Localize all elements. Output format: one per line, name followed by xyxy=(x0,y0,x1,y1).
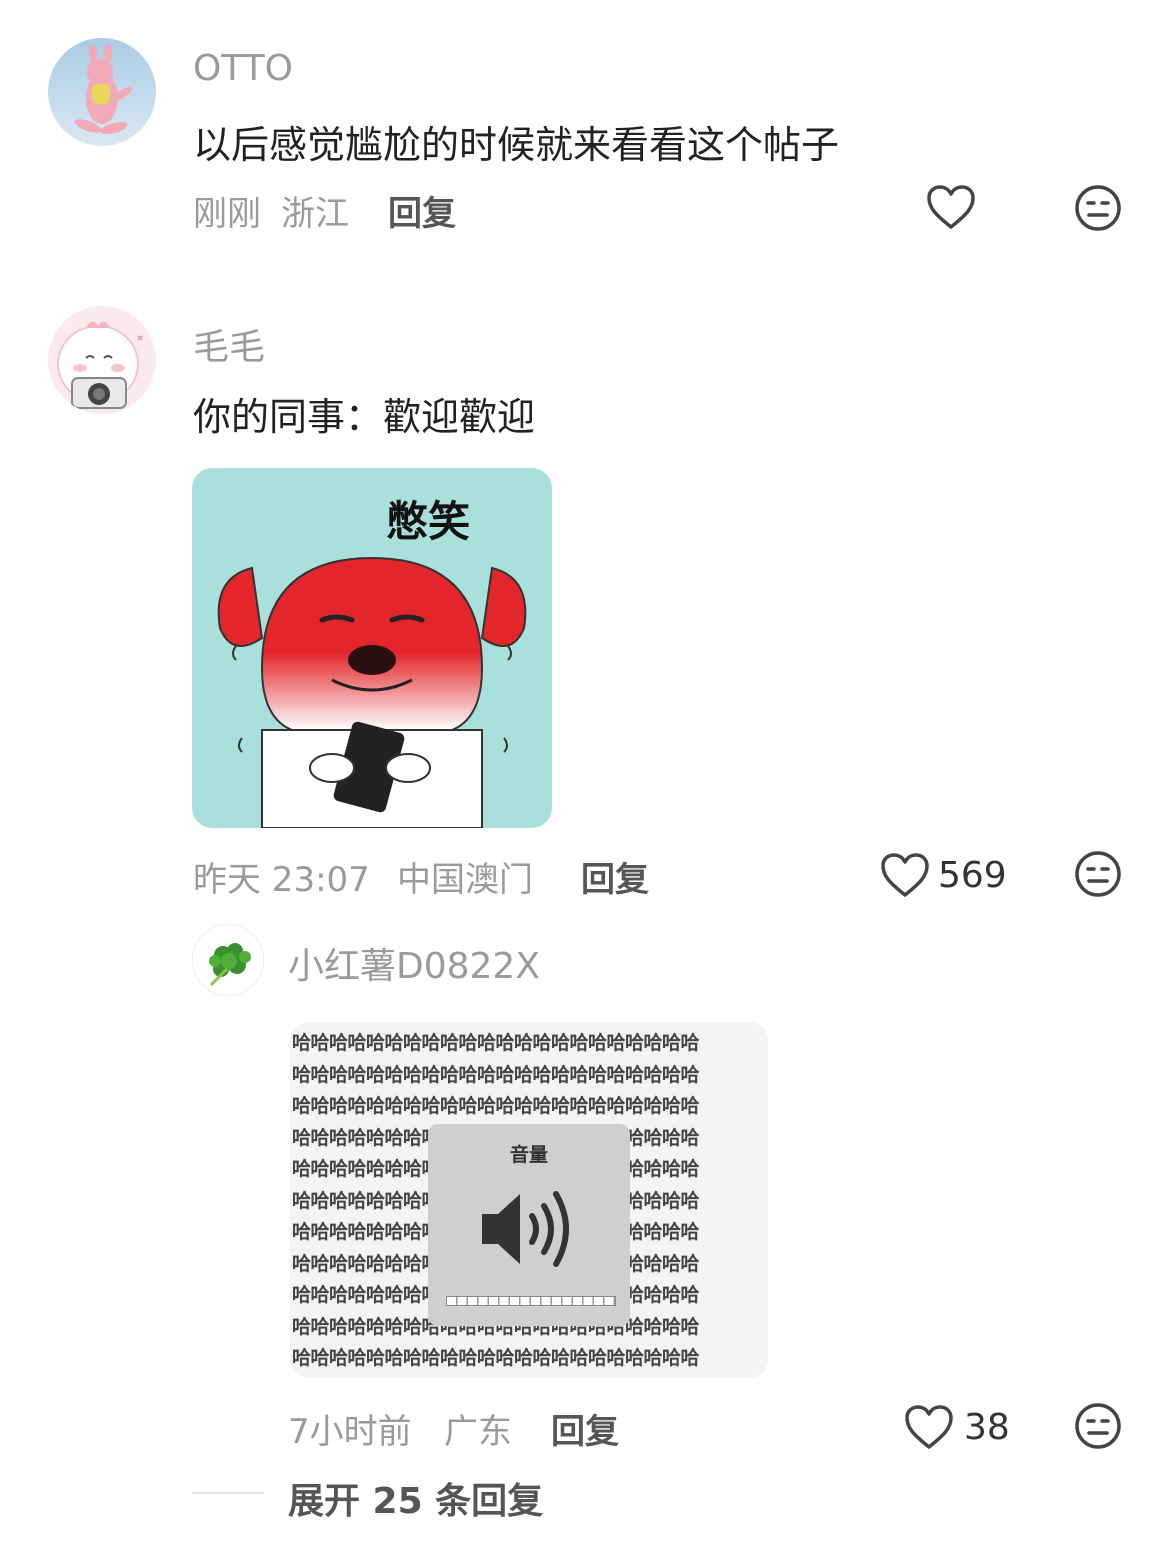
meh-face-icon[interactable] xyxy=(1074,850,1122,898)
like-count: 569 xyxy=(938,855,1007,896)
avatar-maomao[interactable] xyxy=(48,306,156,414)
haha-text-row: 哈哈哈哈哈哈哈哈哈哈哈哈哈哈哈哈哈哈哈哈哈哈 xyxy=(292,1095,700,1117)
comment-username[interactable]: OTTO xyxy=(193,48,293,89)
volume-hud: 音量 xyxy=(428,1124,630,1326)
expand-replies-button[interactable]: 展开 25 条回复 xyxy=(288,1472,543,1524)
haha-text-row: 哈哈哈哈哈哈哈哈哈哈哈哈哈哈哈哈哈哈哈哈哈哈 xyxy=(292,1063,700,1086)
reply-button[interactable]: 回复 xyxy=(388,186,456,235)
haha-text-row: 哈哈哈哈哈哈哈哈哈哈哈哈哈哈哈哈哈哈哈哈哈哈 xyxy=(292,1032,700,1054)
reply-meme-image[interactable]: 哈哈哈哈哈哈哈哈哈哈哈哈哈哈哈哈哈哈哈哈哈哈 哈哈哈哈哈哈哈哈哈哈哈哈哈哈哈哈哈哈… xyxy=(290,1022,768,1378)
heart-outline-icon[interactable] xyxy=(904,1404,954,1450)
expand-divider-line xyxy=(192,1492,264,1494)
comment-username[interactable]: 毛毛 xyxy=(193,318,265,370)
speaker-icon xyxy=(478,1184,582,1274)
comment-text: 你的同事：歡迎歡迎 xyxy=(193,395,536,439)
sticker-caption: 憋笑 xyxy=(386,497,471,546)
avatar-otto[interactable] xyxy=(48,38,156,146)
comment-location: 中国澳门 xyxy=(397,860,533,900)
sub-reply-button[interactable]: 回复 xyxy=(551,1404,619,1453)
volume-label: 音量 xyxy=(509,1144,548,1166)
heart-outline-icon[interactable] xyxy=(926,184,976,230)
meh-face-icon[interactable] xyxy=(1074,1402,1122,1450)
comment-time: 刚刚 xyxy=(193,194,261,234)
comment-sticker-image[interactable]: 憋笑 xyxy=(192,468,552,828)
reply-button[interactable]: 回复 xyxy=(581,852,649,901)
heart-outline-icon[interactable] xyxy=(880,852,930,898)
volume-bar xyxy=(446,1296,616,1306)
haha-text-row: 哈哈哈哈哈哈哈哈哈哈哈哈哈哈哈哈哈哈哈哈哈哈 xyxy=(292,1347,700,1369)
comment-time: 昨天 23:07 xyxy=(193,860,370,900)
sub-reply-username[interactable]: 小红薯D0822X xyxy=(288,937,540,989)
sub-reply-location: 广东 xyxy=(444,1412,512,1452)
comment-location: 浙江 xyxy=(281,194,349,234)
sub-reply-time: 7小时前 xyxy=(288,1412,412,1452)
sub-reply-like-count: 38 xyxy=(964,1407,1010,1448)
meh-face-icon[interactable] xyxy=(1074,184,1122,232)
avatar-sub-reply[interactable] xyxy=(192,924,264,996)
comment-text: 以后感觉尴尬的时候就来看看这个帖子 xyxy=(193,123,840,167)
